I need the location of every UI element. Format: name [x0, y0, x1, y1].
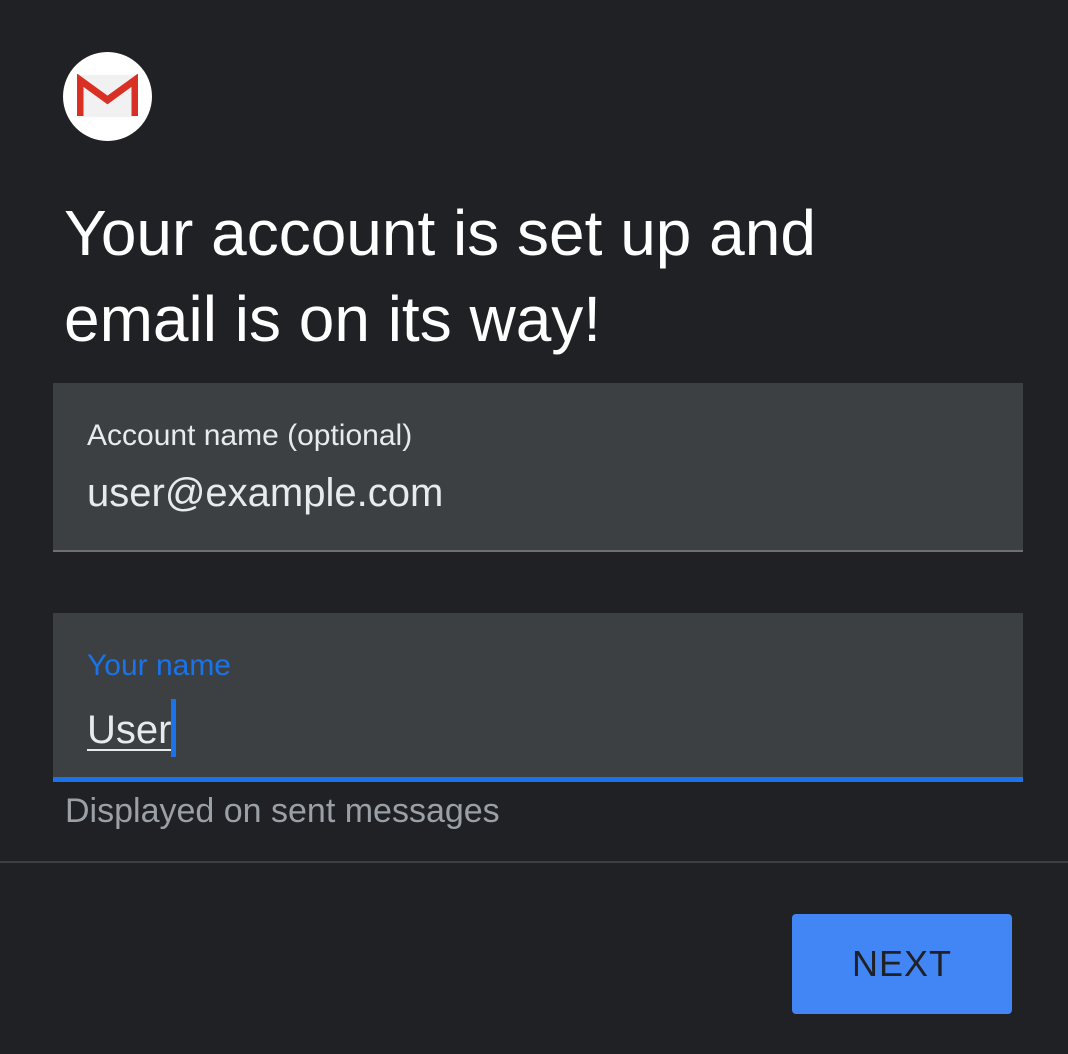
account-name-label: Account name (optional): [87, 419, 413, 452]
helper-text: Displayed on sent messages: [65, 792, 500, 830]
text-cursor: [171, 699, 177, 757]
gmail-logo: [63, 52, 152, 141]
account-name-field[interactable]: Account name (optional) user@example.com: [53, 383, 1023, 552]
next-button[interactable]: NEXT: [792, 914, 1012, 1014]
account-name-value[interactable]: user@example.com: [87, 469, 443, 517]
your-name-input[interactable]: User: [87, 699, 177, 757]
divider: [0, 861, 1068, 863]
your-name-field[interactable]: Your name User: [53, 613, 1023, 782]
gmail-icon: [77, 74, 138, 117]
page-title: Your account is set up and email is on i…: [64, 197, 816, 355]
your-name-value: User: [87, 708, 172, 752]
your-name-label: Your name: [87, 649, 231, 682]
